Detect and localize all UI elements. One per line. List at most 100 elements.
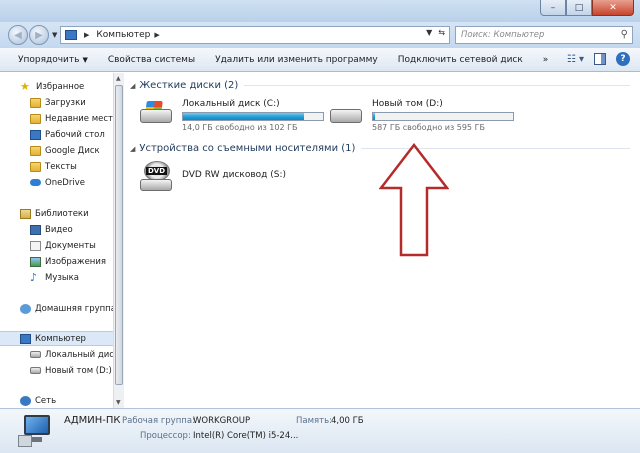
nav-favorites[interactable]: ★ Избранное	[0, 79, 113, 94]
drive-c[interactable]: Локальный диск (C:) 14,0 ГБ свободно из …	[138, 99, 324, 132]
nav-desktop[interactable]: Рабочий стол	[0, 127, 113, 142]
computer-large-icon	[18, 415, 52, 447]
nav-downloads[interactable]: Загрузки	[0, 95, 113, 110]
organize-button[interactable]: Упорядочить ▼	[0, 55, 98, 65]
close-button[interactable]: ✕	[592, 0, 634, 16]
dvd-drive-icon: DVD	[138, 161, 176, 195]
preview-pane-icon[interactable]	[594, 53, 606, 65]
chevron-down-icon: ▼	[82, 55, 88, 64]
star-icon: ★	[20, 79, 30, 93]
drive-usage-bar	[372, 112, 514, 121]
refresh-icon[interactable]: ⇆	[438, 28, 445, 37]
nav-label: Google Диск	[45, 145, 100, 156]
recent-places-icon	[30, 113, 41, 124]
drive-free-space: 587 ГБ свободно из 595 ГБ	[372, 123, 485, 132]
forward-arrow-icon: ▶	[35, 29, 43, 41]
google-drive-folder-icon	[30, 145, 41, 156]
arrow-up-icon	[379, 143, 449, 257]
nav-music[interactable]: ♪ Музыка	[0, 270, 113, 285]
homegroup-icon	[20, 303, 31, 314]
organize-label: Упорядочить	[18, 54, 80, 65]
nav-label: Сеть	[35, 395, 57, 406]
nav-label: Загрузки	[45, 97, 86, 108]
group-title: Устройства со съемными носителями (1)	[139, 143, 356, 154]
scroll-down-icon[interactable]: ▼	[116, 399, 121, 406]
nav-texts[interactable]: Тексты	[0, 159, 113, 174]
nav-recent-places[interactable]: Недавние места	[0, 111, 113, 126]
nav-homegroup[interactable]: Домашняя группа	[0, 301, 113, 316]
collapse-triangle-icon[interactable]: ◢	[130, 145, 135, 153]
address-bar[interactable]: ▶ Компьютер ▶ ▼ ⇆	[60, 26, 450, 44]
collapse-triangle-icon[interactable]: ◢	[130, 82, 135, 90]
nav-label: OneDrive	[45, 177, 85, 188]
breadcrumb-chevron-icon[interactable]: ▶	[154, 31, 159, 39]
nav-google-drive[interactable]: Google Диск	[0, 143, 113, 158]
breadcrumb-computer[interactable]: Компьютер	[96, 30, 150, 40]
nav-images[interactable]: Изображения	[0, 254, 113, 269]
recent-pages-chevron-icon[interactable]: ▼	[52, 31, 57, 39]
details-pane: АДМИН-ПК Рабочая группа: WORKGROUP Памят…	[0, 408, 640, 453]
hard-disk-icon	[30, 351, 41, 358]
search-input[interactable]: Поиск: Компьютер ⚲	[455, 26, 633, 44]
map-network-drive-button[interactable]: Подключить сетевой диск	[388, 55, 533, 65]
scrollbar-thumb[interactable]	[115, 85, 123, 385]
scroll-up-icon[interactable]: ▲	[116, 75, 121, 82]
dvd-icon-label: DVD	[146, 167, 168, 175]
uninstall-program-button[interactable]: Удалить или изменить программу	[205, 55, 388, 65]
drive-name: Новый том (D:)	[372, 99, 443, 109]
help-icon[interactable]: ?	[616, 52, 630, 66]
memory-label: Память:	[296, 416, 332, 426]
onedrive-cloud-icon	[30, 179, 41, 186]
drive-usage-bar	[182, 112, 324, 121]
music-note-icon: ♪	[30, 270, 38, 284]
nav-onedrive[interactable]: OneDrive	[0, 175, 113, 190]
nav-label: Недавние места	[45, 113, 113, 124]
workgroup-label: Рабочая группа:	[122, 416, 195, 426]
folder-icon	[30, 161, 41, 172]
annotation-arrow	[379, 143, 449, 257]
back-arrow-icon: ◀	[14, 29, 22, 41]
drive-name: Локальный диск (C:)	[182, 99, 280, 109]
maximize-button[interactable]: □	[566, 0, 592, 16]
breadcrumb-chevron-icon[interactable]: ▶	[84, 31, 89, 39]
nav-new-volume[interactable]: Новый том (D:)	[0, 363, 113, 378]
navigation-pane: ★ Избранное Загрузки Недавние места Рабоч…	[0, 73, 113, 408]
window-controls: – □ ✕	[540, 0, 634, 16]
group-title: Жесткие диски (2)	[139, 80, 239, 91]
drive-d[interactable]: Новый том (D:) 587 ГБ свободно из 595 ГБ	[328, 99, 514, 132]
nav-label: Локальный диск	[45, 349, 113, 360]
minimize-button[interactable]: –	[540, 0, 566, 16]
nav-label: Музыка	[45, 272, 79, 283]
nav-label: Рабочий стол	[45, 129, 105, 140]
chevron-down-icon[interactable]: ▼	[426, 28, 432, 37]
drive-usage-fill	[373, 113, 375, 120]
system-drive-icon	[138, 99, 176, 129]
nav-computer[interactable]: Компьютер	[0, 331, 113, 346]
nav-local-disk[interactable]: Локальный диск	[0, 347, 113, 362]
nav-libraries[interactable]: Библиотеки	[0, 206, 113, 221]
address-row: ◀ ▶ ▼ ▶ Компьютер ▶ ▼ ⇆ Поиск: Компьютер…	[0, 22, 640, 48]
title-bar: – □ ✕	[0, 0, 640, 22]
drive-usage-fill	[183, 113, 304, 120]
more-commands-button[interactable]: »	[533, 55, 559, 65]
navigation-scrollbar[interactable]: ▲ ▼	[113, 73, 124, 408]
nav-documents[interactable]: Документы	[0, 238, 113, 253]
nav-label: Документы	[45, 240, 96, 251]
video-library-icon	[30, 224, 41, 235]
forward-button[interactable]: ▶	[29, 25, 49, 45]
back-button[interactable]: ◀	[8, 25, 28, 45]
processor-label: Процессор:	[140, 431, 191, 441]
nav-video[interactable]: Видео	[0, 222, 113, 237]
nav-network[interactable]: Сеть	[0, 393, 113, 408]
downloads-folder-icon	[30, 97, 41, 108]
nav-label: Новый том (D:)	[45, 365, 112, 376]
nav-label: Библиотеки	[35, 208, 89, 219]
processor-value: Intel(R) Core(TM) i5-24...	[193, 431, 299, 441]
network-icon	[20, 395, 31, 406]
system-properties-button[interactable]: Свойства системы	[98, 55, 205, 65]
nav-label: Изображения	[45, 256, 107, 267]
hard-drives-group-header[interactable]: ◢ Жесткие диски (2)	[130, 80, 630, 91]
computer-icon	[65, 30, 77, 40]
drive-dvd[interactable]: DVD DVD RW дисковод (S:)	[138, 161, 286, 195]
view-options-icon[interactable]: ☷ ▾	[567, 54, 584, 65]
